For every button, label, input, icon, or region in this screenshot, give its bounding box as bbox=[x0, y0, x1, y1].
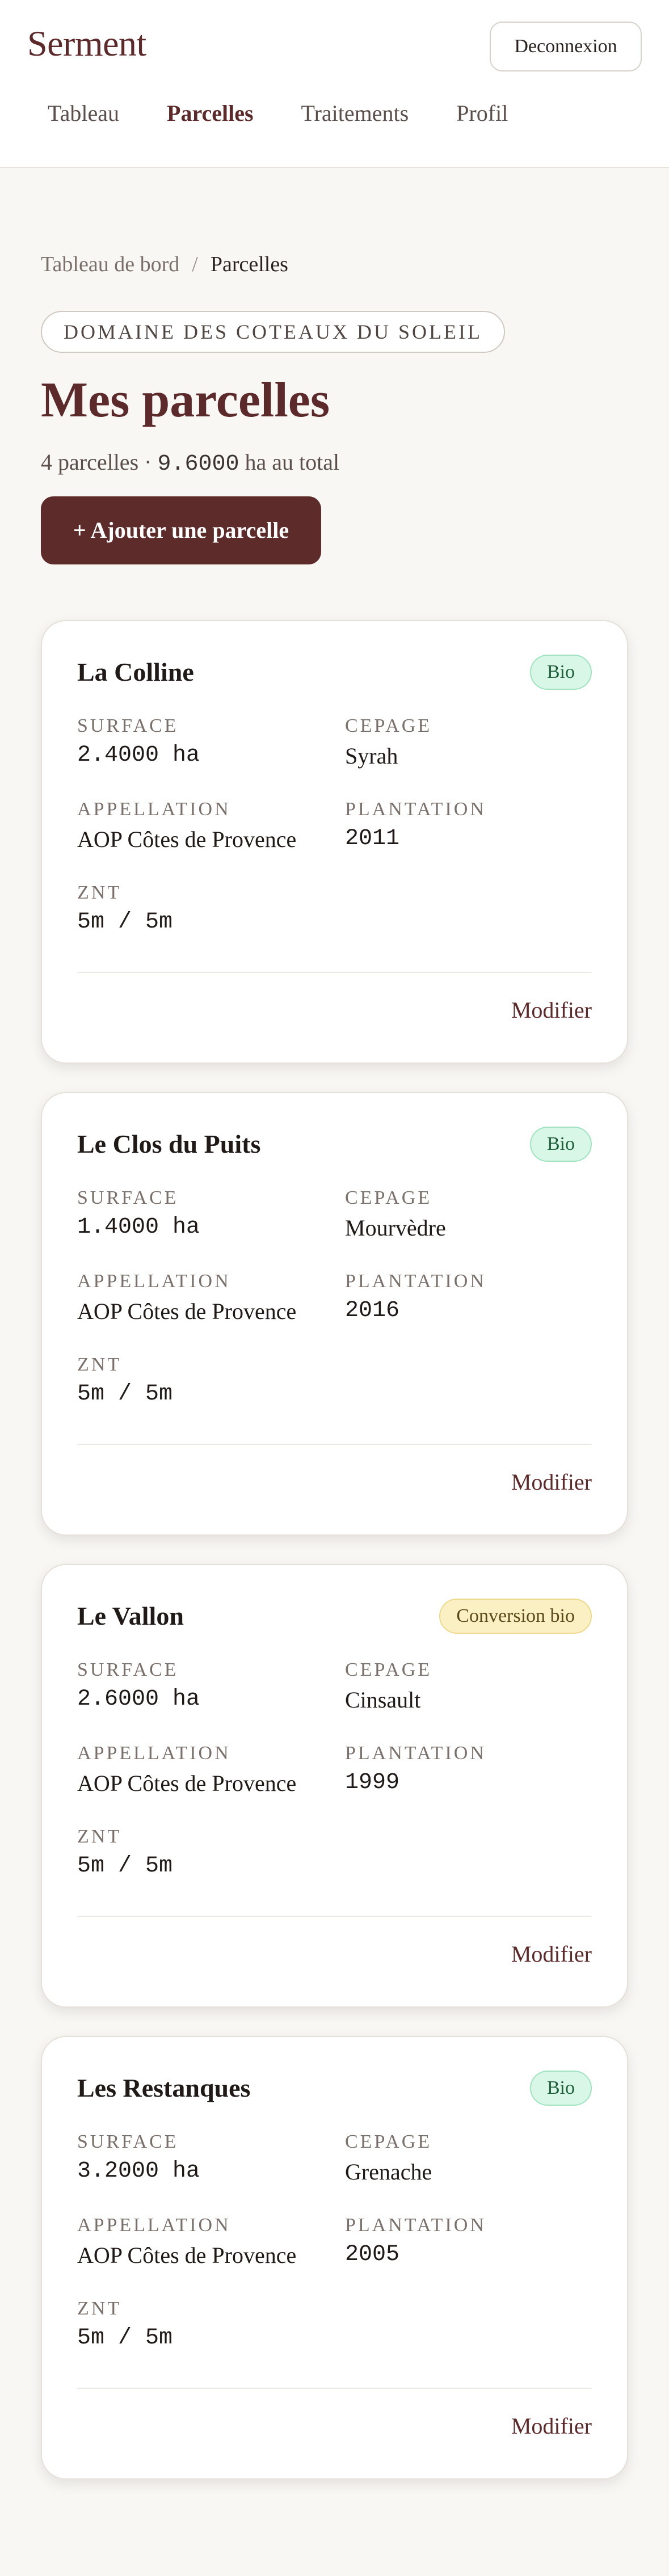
znt-value: 5m / 5m bbox=[77, 1853, 173, 1879]
znt-value: 5m / 5m bbox=[77, 2325, 173, 2351]
breadcrumb: Tableau de bord / Parcelles bbox=[41, 252, 628, 277]
certification-badge: Bio bbox=[529, 1126, 592, 1162]
summary-count: 4 parcelles · bbox=[41, 449, 158, 475]
appellation-value: AOP Côtes de Provence bbox=[77, 826, 297, 852]
parcel-card: La Colline Bio SURFACE 2.4000 ha CEPAGE Sy… bbox=[41, 619, 628, 1064]
plantation-value: 2005 bbox=[345, 2241, 400, 2267]
znt-value: 5m / 5m bbox=[77, 909, 173, 935]
main-content: Tableau de bord / Parcelles DOMAINE DES … bbox=[0, 168, 669, 2576]
parcel-name: Les Restanques bbox=[77, 2073, 251, 2103]
plantation-label: PLANTATION bbox=[345, 2214, 486, 2236]
certification-badge: Bio bbox=[529, 2070, 592, 2106]
znt-label: ZNT bbox=[77, 882, 122, 903]
cepage-label: CEPAGE bbox=[345, 1187, 432, 1208]
appellation-label: APPELLATION bbox=[77, 798, 231, 820]
breadcrumb-current: Parcelles bbox=[210, 252, 288, 276]
parcel-list: La Colline Bio SURFACE 2.4000 ha CEPAGE Sy… bbox=[41, 619, 628, 2480]
cepage-label: CEPAGE bbox=[345, 715, 432, 736]
appellation-label: APPELLATION bbox=[77, 1270, 231, 1292]
surface-label: SURFACE bbox=[77, 2131, 179, 2152]
certification-badge: Conversion bio bbox=[439, 1598, 592, 1634]
app-header: Serment Deconnexion Tableau Parcelles Tr… bbox=[0, 0, 669, 168]
znt-value: 5m / 5m bbox=[77, 1381, 173, 1407]
summary-unit: ha au total bbox=[239, 449, 340, 475]
surface-value: 1.4000 ha bbox=[77, 1214, 200, 1240]
parcel-summary: 4 parcelles · 9.6000 ha au total bbox=[41, 449, 628, 477]
appellation-value: AOP Côtes de Provence bbox=[77, 1298, 297, 1324]
domain-badge: DOMAINE DES COTEAUX DU SOLEIL bbox=[41, 311, 505, 353]
appellation-value: AOP Côtes de Provence bbox=[77, 1770, 297, 1796]
nav-tab-profil[interactable]: Profil bbox=[456, 100, 508, 127]
breadcrumb-separator: / bbox=[192, 252, 198, 276]
logout-button[interactable]: Deconnexion bbox=[490, 22, 642, 71]
parcel-card: Le Vallon Conversion bio SURFACE 2.6000 h… bbox=[41, 1563, 628, 2008]
surface-value: 3.2000 ha bbox=[77, 2158, 200, 2184]
card-divider bbox=[77, 2387, 592, 2389]
card-divider bbox=[77, 1915, 592, 1917]
parcel-name: Le Vallon bbox=[77, 1601, 184, 1631]
plantation-value: 1999 bbox=[345, 1769, 400, 1795]
plantation-label: PLANTATION bbox=[345, 798, 486, 820]
card-divider bbox=[77, 971, 592, 973]
main-nav: Tableau Parcelles Traitements Profil bbox=[48, 100, 556, 127]
znt-label: ZNT bbox=[77, 1825, 122, 1847]
surface-value: 2.4000 ha bbox=[77, 742, 200, 768]
edit-parcel-link[interactable]: Modifier bbox=[511, 997, 592, 1023]
edit-parcel-link[interactable]: Modifier bbox=[511, 1469, 592, 1495]
edit-parcel-link[interactable]: Modifier bbox=[511, 1941, 592, 1967]
certification-badge: Bio bbox=[529, 654, 592, 690]
appellation-value: AOP Côtes de Provence bbox=[77, 2242, 297, 2268]
brand-logo[interactable]: Serment bbox=[27, 23, 146, 65]
plantation-value: 2016 bbox=[345, 1297, 400, 1323]
page-title: Mes parcelles bbox=[41, 373, 330, 428]
surface-label: SURFACE bbox=[77, 715, 179, 736]
surface-label: SURFACE bbox=[77, 1659, 179, 1680]
cepage-label: CEPAGE bbox=[345, 1659, 432, 1680]
card-divider bbox=[77, 1443, 592, 1445]
appellation-label: APPELLATION bbox=[77, 2214, 231, 2236]
nav-tab-traitements[interactable]: Traitements bbox=[301, 100, 409, 127]
znt-label: ZNT bbox=[77, 1354, 122, 1375]
plantation-value: 2011 bbox=[345, 825, 400, 851]
cepage-value: Cinsault bbox=[345, 1687, 421, 1713]
appellation-label: APPELLATION bbox=[77, 1742, 231, 1764]
parcel-card: Le Clos du Puits Bio SURFACE 1.4000 ha CE… bbox=[41, 1091, 628, 1536]
nav-tab-tableau[interactable]: Tableau bbox=[48, 100, 119, 127]
plantation-label: PLANTATION bbox=[345, 1742, 486, 1764]
edit-parcel-link[interactable]: Modifier bbox=[511, 2413, 592, 2439]
surface-label: SURFACE bbox=[77, 1187, 179, 1208]
add-parcel-button[interactable]: + Ajouter une parcelle bbox=[41, 496, 321, 564]
surface-value: 2.6000 ha bbox=[77, 1686, 200, 1712]
parcel-name: Le Clos du Puits bbox=[77, 1129, 261, 1159]
parcel-card: Les Restanques Bio SURFACE 3.2000 ha CEPA… bbox=[41, 2035, 628, 2480]
cepage-value: Mourvèdre bbox=[345, 1215, 446, 1241]
summary-total-area: 9.6000 bbox=[157, 451, 239, 477]
plantation-label: PLANTATION bbox=[345, 1270, 486, 1292]
cepage-value: Grenache bbox=[345, 2158, 432, 2185]
breadcrumb-home-link[interactable]: Tableau de bord bbox=[41, 252, 179, 277]
cepage-value: Syrah bbox=[345, 743, 398, 769]
znt-label: ZNT bbox=[77, 2297, 122, 2319]
nav-tab-parcelles[interactable]: Parcelles bbox=[167, 100, 254, 127]
parcel-name: La Colline bbox=[77, 657, 194, 687]
cepage-label: CEPAGE bbox=[345, 2131, 432, 2152]
